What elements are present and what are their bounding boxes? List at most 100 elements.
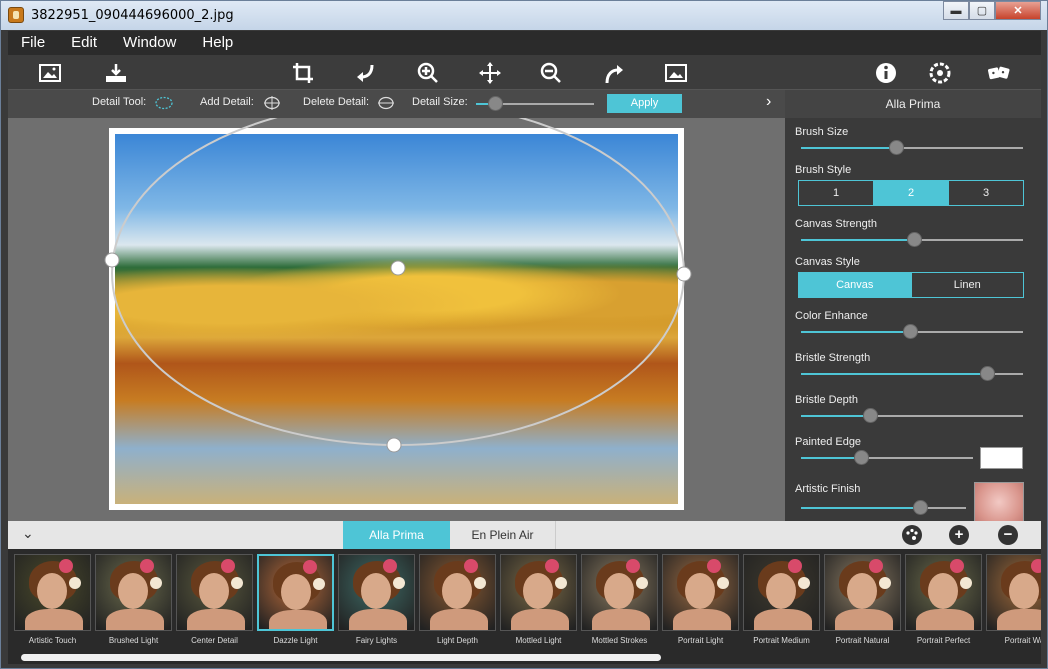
- canvas-style-option[interactable]: Canvas: [799, 273, 912, 297]
- add-detail-icon[interactable]: [263, 96, 281, 110]
- preset-item[interactable]: Mottled Light: [500, 554, 577, 649]
- preset-label: Portrait Wa: [1004, 636, 1041, 645]
- preset-item[interactable]: Portrait Light: [662, 554, 739, 649]
- tab-alla-prima[interactable]: Alla Prima: [343, 521, 450, 549]
- open-image-icon[interactable]: [38, 61, 62, 85]
- zoom-out-icon[interactable]: [539, 61, 563, 85]
- collapse-presets-icon[interactable]: ⌄: [22, 525, 34, 542]
- crop-icon[interactable]: [291, 61, 315, 85]
- random-icon[interactable]: [984, 61, 1014, 85]
- close-button[interactable]: ✕: [995, 1, 1041, 20]
- ellipse-handle-left[interactable]: [104, 252, 120, 268]
- color-enhance-fill: [801, 331, 910, 333]
- canvas-strength-label: Canvas Strength: [795, 218, 877, 230]
- canvas-style-option[interactable]: Linen: [912, 273, 1024, 297]
- ellipse-handle-bottom[interactable]: [386, 437, 402, 453]
- preset-label: Light Depth: [437, 636, 478, 645]
- preset-thumbnail[interactable]: [500, 554, 577, 631]
- preset-thumbnail[interactable]: [257, 554, 334, 631]
- preset-thumbnail[interactable]: [986, 554, 1041, 631]
- bristle-strength-knob[interactable]: [980, 366, 996, 381]
- menu-help[interactable]: Help: [189, 31, 246, 55]
- detail-size-label: Detail Size:: [412, 96, 468, 108]
- palette-icon[interactable]: [902, 525, 922, 545]
- preset-item[interactable]: Portrait Natural: [824, 554, 901, 649]
- canvas-area[interactable]: [8, 118, 785, 521]
- bristle-depth-knob[interactable]: [862, 408, 878, 423]
- preset-item[interactable]: Light Depth: [419, 554, 496, 649]
- save-icon[interactable]: [104, 61, 128, 85]
- preset-label: Dazzle Light: [273, 636, 318, 645]
- preset-item[interactable]: Dazzle Light: [257, 554, 334, 649]
- detail-tool-icon[interactable]: [155, 96, 173, 110]
- preset-label: Brushed Light: [108, 636, 159, 645]
- menu-file[interactable]: File: [8, 31, 58, 55]
- preset-thumbnail[interactable]: [14, 554, 91, 631]
- menu-edit[interactable]: Edit: [58, 31, 110, 55]
- preset-item[interactable]: Portrait Medium: [743, 554, 820, 649]
- detail-size-knob[interactable]: [487, 96, 503, 111]
- canvas-style-selector: Canvas Linen: [798, 272, 1024, 298]
- preset-label: Mottled Light: [515, 636, 562, 645]
- painted-edge-knob[interactable]: [854, 450, 870, 465]
- menu-window[interactable]: Window: [110, 31, 189, 55]
- fit-image-icon[interactable]: [664, 61, 688, 85]
- detail-toolbar: Detail Tool: Add Detail: Delete Detail: …: [8, 90, 785, 118]
- undo-icon[interactable]: [354, 61, 378, 85]
- minimize-button[interactable]: ▬: [943, 1, 969, 20]
- edge-color-swatch[interactable]: [980, 447, 1023, 469]
- canvas-strength-fill: [801, 239, 915, 241]
- zoom-in-icon[interactable]: [416, 61, 440, 85]
- add-preset-icon[interactable]: +: [949, 525, 969, 545]
- tab-en-plein-air[interactable]: En Plein Air: [450, 521, 556, 549]
- preset-thumbnail[interactable]: [176, 554, 253, 631]
- finish-texture-swatch[interactable]: [974, 482, 1024, 521]
- remove-preset-icon[interactable]: −: [998, 525, 1018, 545]
- preset-thumbnail[interactable]: [743, 554, 820, 631]
- delete-detail-icon[interactable]: [377, 96, 395, 110]
- brush-style-option[interactable]: 2: [874, 181, 949, 205]
- preset-label: Portrait Light: [677, 636, 724, 645]
- preset-label: Portrait Natural: [835, 636, 890, 645]
- preset-thumbnail[interactable]: [905, 554, 982, 631]
- expand-panel-icon[interactable]: ›: [766, 93, 771, 111]
- add-detail-label: Add Detail:: [200, 96, 254, 108]
- maximize-button[interactable]: ▢: [969, 1, 995, 20]
- settings-icon[interactable]: [928, 61, 952, 85]
- color-enhance-knob[interactable]: [902, 324, 918, 339]
- preset-thumbnail[interactable]: [338, 554, 415, 631]
- apply-button[interactable]: Apply: [607, 94, 682, 113]
- preset-scrollbar[interactable]: [21, 654, 661, 661]
- preset-strip: Portrait Wa Portrait Perfect Portrait Natu…: [8, 549, 1041, 664]
- info-icon[interactable]: [874, 61, 898, 85]
- app-window: 3822951_090444696000_2.jpg ▬ ▢ ✕ File Ed…: [0, 0, 1048, 669]
- artistic-finish-label: Artistic Finish: [795, 483, 861, 495]
- preset-thumbnail[interactable]: [95, 554, 172, 631]
- preset-item[interactable]: Fairy Lights: [338, 554, 415, 649]
- canvas-strength-knob[interactable]: [907, 232, 923, 247]
- preset-item[interactable]: Center Detail: [176, 554, 253, 649]
- color-enhance-label: Color Enhance: [795, 310, 868, 322]
- preset-thumbnail[interactable]: [419, 554, 496, 631]
- detail-ellipse[interactable]: [8, 118, 785, 521]
- preset-thumbnail[interactable]: [662, 554, 739, 631]
- preset-thumbnail[interactable]: [581, 554, 658, 631]
- brush-style-option[interactable]: 3: [949, 181, 1023, 205]
- bristle-depth-label: Bristle Depth: [795, 394, 858, 406]
- window-title: 3822951_090444696000_2.jpg: [31, 8, 234, 23]
- preset-item[interactable]: Portrait Wa: [986, 554, 1041, 649]
- brush-style-option[interactable]: 1: [799, 181, 874, 205]
- preset-label: Center Detail: [191, 636, 238, 645]
- ellipse-handle-center[interactable]: [390, 260, 406, 276]
- brush-size-knob[interactable]: [889, 140, 905, 155]
- redo-icon[interactable]: [602, 61, 626, 85]
- ellipse-handle-right[interactable]: [676, 266, 692, 282]
- preset-item[interactable]: Mottled Strokes: [581, 554, 658, 649]
- preset-item[interactable]: Portrait Perfect: [905, 554, 982, 649]
- preset-item[interactable]: Artistic Touch: [14, 554, 91, 649]
- pan-icon[interactable]: [478, 61, 502, 85]
- preset-thumbnail[interactable]: [824, 554, 901, 631]
- artistic-finish-knob[interactable]: [912, 500, 928, 515]
- preset-item[interactable]: Brushed Light: [95, 554, 172, 649]
- bristle-strength-fill: [801, 373, 988, 375]
